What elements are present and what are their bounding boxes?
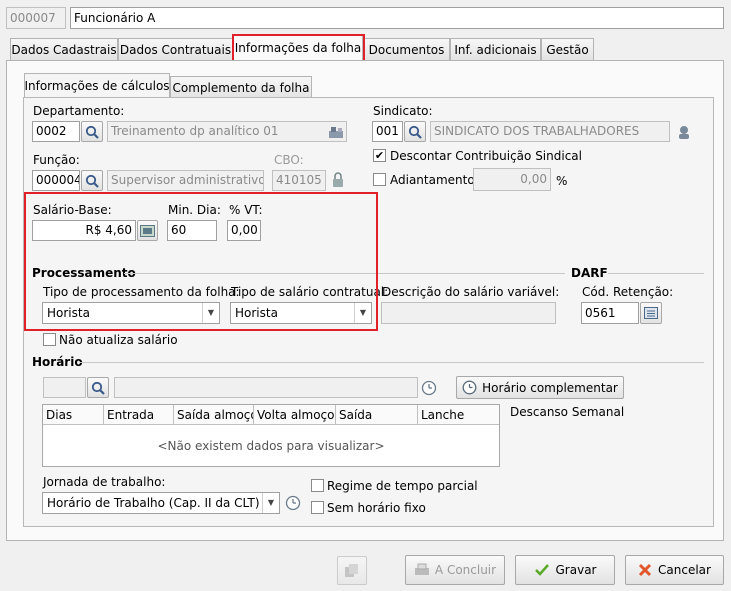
column-saida: Saída (336, 405, 418, 424)
departamento-name-field: Treinamento dp analítico 01 (107, 121, 347, 142)
cbo-label: CBO: (274, 153, 304, 167)
nao-atualiza-checkbox[interactable] (43, 333, 56, 346)
list-icon (644, 307, 658, 319)
sindicato-search-button[interactable] (404, 121, 426, 142)
darf-divider (608, 273, 704, 274)
subtab-informacoes-calculos[interactable]: Informações de cálculos (24, 73, 170, 98)
column-entrada: Entrada (104, 405, 174, 424)
adiantamento-label: Adiantamento (390, 173, 475, 187)
descricao-salario-label: Descrição do salário variável: (382, 285, 560, 299)
horario-name-field (114, 377, 418, 398)
cod-retencao-label: Cód. Retenção: (582, 285, 674, 299)
sindicato-label: Sindicato: (373, 104, 433, 118)
descontar-checkbox[interactable]: ✔ (373, 149, 386, 162)
search-icon (85, 125, 99, 139)
grid-header: Dias Entrada Saída almoço Volta almoço S… (43, 405, 499, 425)
gravar-button[interactable]: Gravar (515, 555, 615, 585)
check-icon (534, 564, 549, 576)
gravar-label: Gravar (555, 563, 597, 577)
tab-inf-adicionais[interactable]: Inf. adicionais (450, 38, 541, 60)
salary-highlight (24, 192, 378, 331)
adiantamento-value-field: 0,00 (473, 168, 551, 191)
employee-name-field[interactable]: Funcionário A (70, 7, 724, 29)
tab-dados-contratuais[interactable]: Dados Contratuais (118, 38, 233, 60)
nao-atualiza-label: Não atualiza salário (59, 333, 178, 347)
horario-search-button[interactable] (87, 377, 109, 398)
search-icon (408, 125, 422, 139)
employee-code-field[interactable]: 000007 (6, 7, 66, 29)
regime-checkbox[interactable] (311, 479, 324, 492)
column-saida-almoco: Saída almoço (174, 405, 254, 424)
jornada-value: Horário de Trabalho (Cap. II da CLT) (47, 496, 260, 510)
column-lanche: Lanche (421, 408, 465, 422)
departamento-code-input[interactable]: 0002 (32, 121, 80, 142)
funcao-label: Função: (33, 153, 80, 167)
horario-title: Horário (32, 355, 83, 369)
jornada-select[interactable]: Horário de Trabalho (Cap. II da CLT) ▼ (42, 492, 280, 514)
horario-divider (80, 362, 704, 363)
funcao-code-input[interactable]: 000004 (32, 170, 80, 191)
cod-retencao-input[interactable]: 0561 (581, 302, 639, 324)
sem-horario-label: Sem horário fixo (327, 501, 426, 515)
adiantamento-checkbox[interactable] (373, 173, 386, 186)
funcao-name-field: Supervisor administrativo (107, 170, 264, 191)
column-dias: Dias (43, 405, 104, 424)
adiantamento-unit: % (556, 174, 568, 188)
descanso-semanal-label: Descanso Semanal (510, 405, 625, 419)
user-lookup-icon[interactable] (674, 122, 694, 141)
regime-label: Regime de tempo parcial (327, 479, 478, 493)
list-button[interactable] (640, 302, 662, 324)
cancelar-label: Cancelar (658, 563, 711, 577)
sindicato-name-field: SINDICATO DOS TRABALHADORES (430, 121, 670, 142)
duplicate-button[interactable] (337, 556, 367, 585)
subtab-complemento-folha[interactable]: Complemento da folha (170, 76, 312, 98)
search-icon (85, 174, 99, 188)
close-icon (638, 563, 652, 577)
chevron-down-icon: ▼ (262, 493, 279, 513)
descontar-label: Descontar Contribuição Sindical (390, 149, 582, 163)
funcao-search-button[interactable] (81, 170, 103, 191)
horario-complementar-label: Horário complementar (482, 380, 618, 395)
jornada-label: Jornada de trabalho: (43, 475, 166, 489)
concluir-button[interactable]: A Concluir (405, 555, 505, 585)
clock-icon (462, 380, 477, 395)
darf-title: DARF (571, 266, 608, 280)
horario-grid[interactable]: Dias Entrada Saída almoço Volta almoço S… (42, 404, 500, 467)
department-lookup-icon[interactable] (327, 123, 345, 140)
descricao-salario-field (381, 302, 556, 324)
horario-code-field (43, 377, 86, 398)
sem-horario-checkbox[interactable] (311, 501, 324, 514)
cbo-lookup-icon[interactable] (329, 171, 347, 189)
horario-complementar-button[interactable]: Horário complementar (456, 376, 624, 399)
tab-gestao[interactable]: Gestão (541, 38, 594, 60)
copy-icon (345, 563, 358, 577)
concluir-label: A Concluir (434, 563, 497, 577)
departamento-search-button[interactable] (81, 121, 103, 142)
departamento-label: Departamento: (33, 104, 125, 118)
search-icon (91, 381, 105, 395)
cancelar-button[interactable]: Cancelar (625, 555, 724, 585)
column-volta-almoco: Volta almoço (254, 405, 336, 424)
grid-empty-message: <Não existem dados para visualizar> (157, 439, 385, 453)
tab-documentos[interactable]: Documentos (363, 38, 450, 60)
add-clock-icon[interactable] (282, 492, 304, 514)
printer-icon (414, 563, 429, 575)
sindicato-code-input[interactable]: 001 (372, 121, 403, 142)
tab-highlight (232, 34, 365, 63)
cbo-field: 410105 (272, 170, 326, 191)
tab-dados-cadastrais[interactable]: Dados Cadastrais (10, 38, 118, 60)
add-clock-icon[interactable] (418, 377, 440, 398)
